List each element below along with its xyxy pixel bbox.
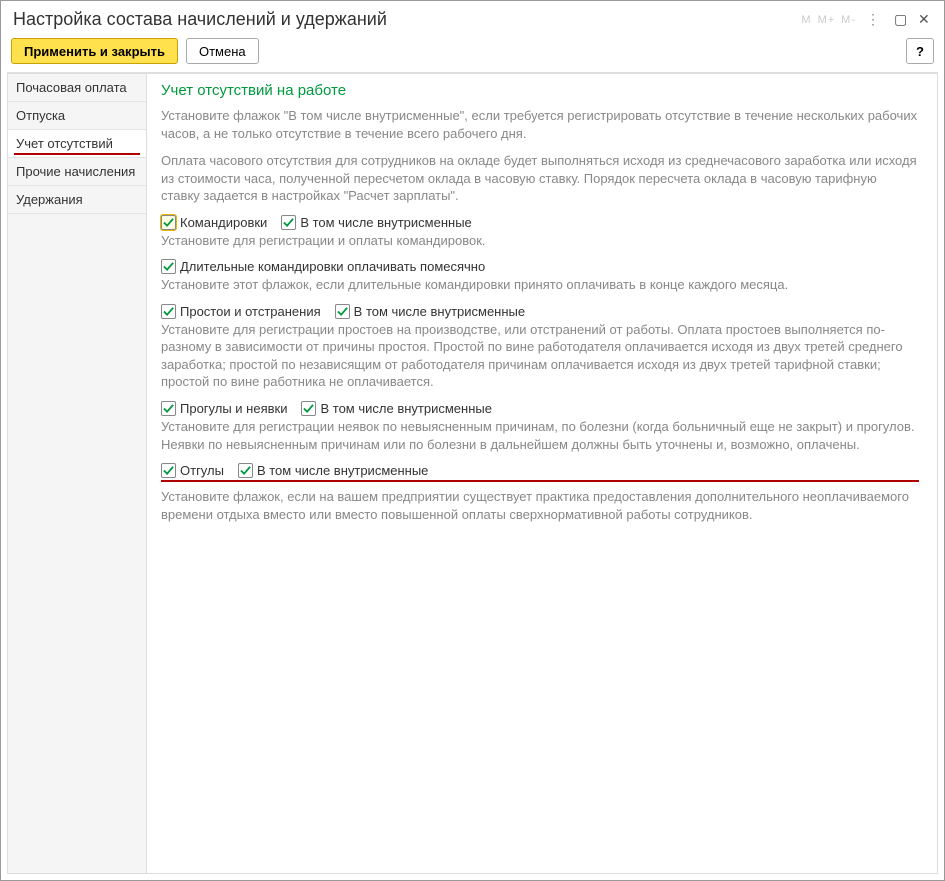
absences-checkbox[interactable]: Прогулы и неявки	[161, 401, 287, 416]
window-title: Настройка состава начислений и удержаний	[13, 9, 387, 30]
compoff-row: Отгулы В том числе внутрисменные	[161, 463, 919, 482]
sidebar-item-other-accruals[interactable]: Прочие начисления	[8, 158, 146, 186]
more-icon[interactable]: ⋮	[862, 11, 884, 28]
sidebar-item-hourly[interactable]: Почасовая оплата	[8, 74, 146, 102]
absences-desc: Установите для регистрации неявок по нев…	[161, 418, 919, 453]
downtime-row: Простои и отстранения В том числе внутри…	[161, 304, 919, 319]
check-icon	[161, 401, 176, 416]
sidebar-item-label: Отпуска	[16, 108, 65, 123]
help-button[interactable]: ?	[906, 38, 934, 64]
downtime-label: Простои и отстранения	[180, 304, 321, 319]
cancel-button[interactable]: Отмена	[186, 38, 259, 64]
compoff-intrashift-checkbox[interactable]: В том числе внутрисменные	[238, 463, 428, 478]
titlebar: Настройка состава начислений и удержаний…	[1, 1, 944, 34]
apply-close-button[interactable]: Применить и закрыть	[11, 38, 178, 64]
absences-intrashift-checkbox[interactable]: В том числе внутрисменные	[301, 401, 491, 416]
absences-intrashift-label: В том числе внутрисменные	[320, 401, 491, 416]
intro-text-1: Установите флажок "В том числе внутрисме…	[161, 107, 919, 142]
compoff-checkbox[interactable]: Отгулы	[161, 463, 224, 478]
check-icon	[281, 215, 296, 230]
check-icon	[238, 463, 253, 478]
sidebar-item-label: Удержания	[16, 192, 83, 207]
check-icon	[301, 401, 316, 416]
compoff-label: Отгулы	[180, 463, 224, 478]
downtime-desc: Установите для регистрации простоев на п…	[161, 321, 919, 391]
downtime-intrashift-checkbox[interactable]: В том числе внутрисменные	[335, 304, 525, 319]
check-icon	[161, 215, 176, 230]
sidebar: Почасовая оплата Отпуска Учет отсутствий…	[7, 73, 147, 874]
trips-checkbox[interactable]: Командировки	[161, 215, 267, 230]
long-trips-row: Длительные командировки оплачивать помес…	[161, 259, 919, 274]
check-icon	[161, 304, 176, 319]
downtime-checkbox[interactable]: Простои и отстранения	[161, 304, 321, 319]
trips-intrashift-checkbox[interactable]: В том числе внутрисменные	[281, 215, 471, 230]
close-icon[interactable]: ✕	[914, 11, 932, 28]
trips-label: Командировки	[180, 215, 267, 230]
sidebar-item-absences[interactable]: Учет отсутствий	[8, 130, 146, 158]
trips-desc: Установите для регистрации и оплаты кома…	[161, 232, 919, 250]
long-trips-label: Длительные командировки оплачивать помес…	[180, 259, 485, 274]
toolbar: Применить и закрыть Отмена ?	[1, 34, 944, 72]
long-trips-desc: Установите этот флажок, если длительные …	[161, 276, 919, 294]
sidebar-item-label: Прочие начисления	[16, 164, 135, 179]
check-icon	[161, 463, 176, 478]
mem-m-icon: M	[801, 14, 811, 26]
trips-intrashift-label: В том числе внутрисменные	[300, 215, 471, 230]
sidebar-item-deductions[interactable]: Удержания	[8, 186, 146, 214]
sidebar-item-label: Почасовая оплата	[16, 80, 127, 95]
content-pane: Учет отсутствий на работе Установите фла…	[147, 73, 938, 874]
absences-label: Прогулы и неявки	[180, 401, 287, 416]
long-trips-checkbox[interactable]: Длительные командировки оплачивать помес…	[161, 259, 485, 274]
compoff-desc: Установите флажок, если на вашем предпри…	[161, 488, 919, 523]
sidebar-item-label: Учет отсутствий	[16, 136, 113, 151]
mem-mminus-icon: M-	[841, 14, 856, 26]
intro-text-2: Оплата часового отсутствия для сотрудник…	[161, 152, 919, 205]
body: Почасовая оплата Отпуска Учет отсутствий…	[7, 72, 938, 874]
check-icon	[161, 259, 176, 274]
downtime-intrashift-label: В том числе внутрисменные	[354, 304, 525, 319]
section-title: Учет отсутствий на работе	[161, 82, 919, 99]
maximize-icon[interactable]: ▢	[890, 11, 908, 28]
compoff-intrashift-label: В том числе внутрисменные	[257, 463, 428, 478]
settings-window: Настройка состава начислений и удержаний…	[0, 0, 945, 881]
sidebar-item-vacations[interactable]: Отпуска	[8, 102, 146, 130]
absences-row: Прогулы и неявки В том числе внутрисменн…	[161, 401, 919, 416]
check-icon	[335, 304, 350, 319]
mem-mplus-icon: M+	[818, 14, 836, 26]
trips-row: Командировки В том числе внутрисменные	[161, 215, 919, 230]
titlebar-controls: M M+ M- ⋮ ▢ ✕	[801, 11, 932, 28]
